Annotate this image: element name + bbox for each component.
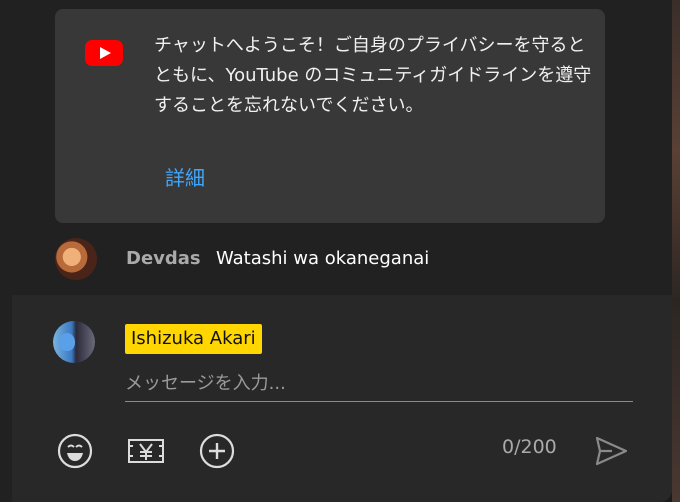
- welcome-banner: チャットへようこそ！ご自身のプライバシーを守るとともに、YouTube のコミュ…: [55, 9, 605, 223]
- add-icon[interactable]: [198, 432, 236, 470]
- live-chat-panel: チャットへようこそ！ご自身のプライバシーを守るとともに、YouTube のコミュ…: [0, 0, 672, 502]
- user-avatar: [53, 321, 95, 363]
- emoji-icon[interactable]: [56, 432, 94, 470]
- chat-message: Devdas Watashi wa okaneganai: [55, 238, 655, 280]
- message-author[interactable]: Devdas: [126, 248, 201, 269]
- author-avatar[interactable]: [55, 238, 97, 280]
- message-input[interactable]: メッセージを入力...: [125, 367, 633, 402]
- message-text: Watashi wa okaneganai: [216, 248, 430, 269]
- video-edge: [672, 0, 680, 502]
- user-name-chip: Ishizuka Akari: [125, 324, 262, 354]
- welcome-text: チャットへようこそ！ご自身のプライバシーを守るとともに、YouTube のコミュ…: [154, 35, 592, 116]
- message-composer: Ishizuka Akari メッセージを入力...: [12, 295, 672, 502]
- char-counter: 0/200: [502, 436, 557, 458]
- learn-more-link[interactable]: 詳細: [165, 162, 205, 191]
- youtube-logo-icon: [85, 40, 123, 66]
- send-icon[interactable]: [592, 432, 630, 470]
- super-chat-icon[interactable]: [127, 432, 165, 470]
